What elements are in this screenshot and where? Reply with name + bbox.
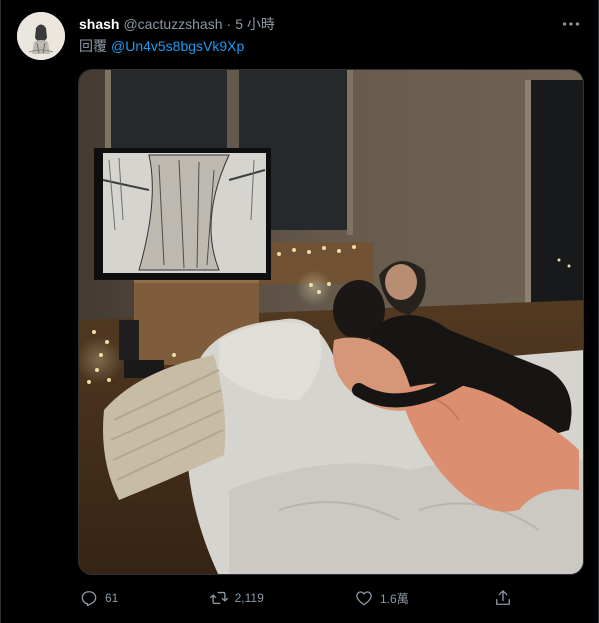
reply-prefix: 回覆 <box>79 38 107 54</box>
tweet-actions: 61 2,119 1.6萬 <box>73 584 513 612</box>
like-count: 1.6萬 <box>380 591 409 606</box>
like-button[interactable]: 1.6萬 <box>348 584 409 612</box>
share-button[interactable] <box>493 584 513 612</box>
comment-icon <box>81 591 97 607</box>
photo-illustration <box>79 70 583 574</box>
author-handle[interactable]: @cactuzzshash <box>123 16 222 32</box>
tweet[interactable]: shash @cactuzzshash · 5 小時 回覆 @Un4v5s8bgs… <box>0 0 599 623</box>
reply-context: 回覆 @Un4v5s8bgsVk9Xp <box>79 36 244 56</box>
avatar-image <box>17 12 65 60</box>
author-name[interactable]: shash <box>79 16 119 32</box>
heart-icon <box>356 591 372 606</box>
tweet-media-photo[interactable] <box>78 69 584 575</box>
more-options-button[interactable] <box>560 13 582 35</box>
reply-count: 61 <box>105 591 119 605</box>
avatar[interactable] <box>17 12 65 60</box>
share-icon <box>496 590 510 605</box>
retweet-button[interactable]: 2,119 <box>203 584 264 612</box>
reply-mention-link[interactable]: @Un4v5s8bgsVk9Xp <box>111 38 244 54</box>
retweet-count: 2,119 <box>234 591 264 605</box>
retweet-icon <box>209 591 228 605</box>
header-separator: · <box>226 16 232 32</box>
timestamp[interactable]: 5 小時 <box>235 14 275 34</box>
tweet-header: shash @cactuzzshash · 5 小時 <box>79 14 558 34</box>
more-horizontal-icon <box>562 22 580 26</box>
reply-button[interactable]: 61 <box>73 584 118 612</box>
